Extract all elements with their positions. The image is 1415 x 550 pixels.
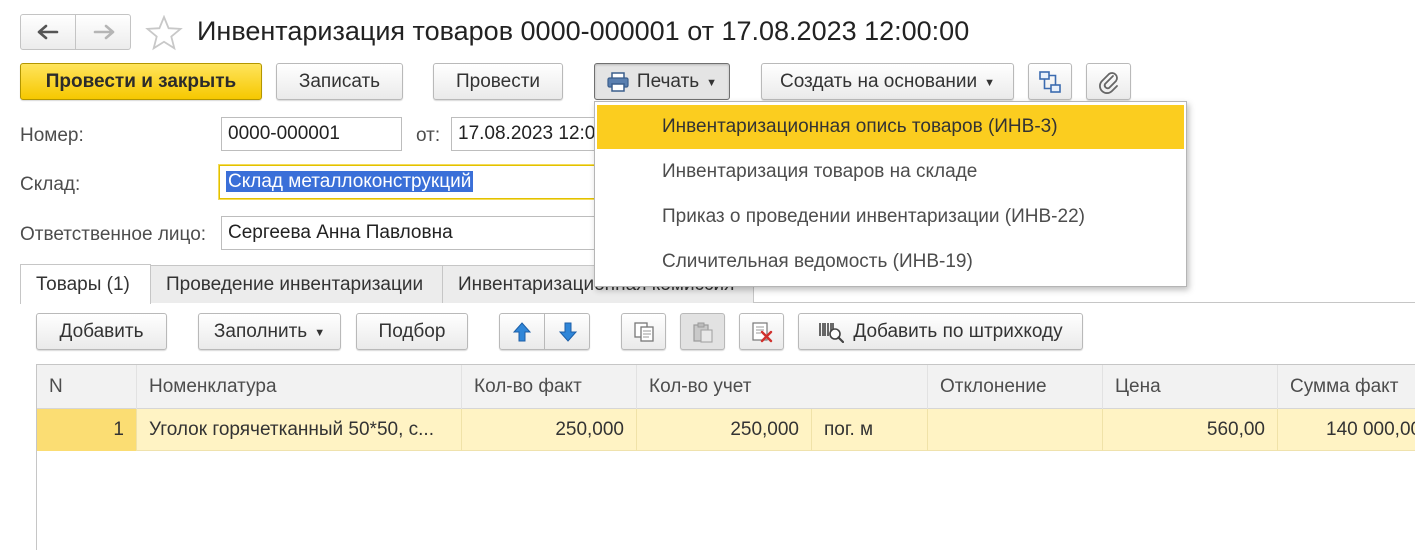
goods-table: N Номенклатура Кол-во факт Кол-во учет О… [36,364,1415,550]
row-item: Уголок горячетканный 50*50, с... [137,409,462,451]
add-by-barcode-button[interactable]: Добавить по штрихкоду [798,313,1083,350]
row-unit: пог. м [812,409,928,451]
menu-item-inv3[interactable]: Инвентаризационная опись товаров (ИНВ-3) [597,105,1184,149]
print-button-label: Печать [636,70,700,92]
table-row[interactable]: 1 Уголок горячетканный 50*50, с... 250,0… [37,409,1415,451]
structure-button[interactable] [1028,63,1072,100]
col-header-qty-accounted[interactable]: Кол-во учет [637,365,928,409]
create-based-on-label: Создать на основании [779,70,978,92]
tab-goods[interactable]: Товары (1) [20,264,151,304]
warehouse-label: Склад: [20,174,81,195]
table-header: N Номенклатура Кол-во факт Кол-во учет О… [37,365,1415,409]
arrow-right-icon [93,24,115,40]
row-price: 560,00 [1103,409,1278,451]
pick-button[interactable]: Подбор [356,313,468,350]
number-field[interactable]: 0000-000001 [221,117,402,151]
tab-conducting-inventory[interactable]: Проведение инвентаризации [150,265,443,303]
menu-item-inv22[interactable]: Приказ о проведении инвентаризации (ИНВ-… [597,195,1184,239]
delete-icon [751,321,772,342]
row-qty-fact: 250,000 [462,409,637,451]
post-and-close-button[interactable]: Провести и закрыть [20,63,262,100]
page-title: Инвентаризация товаров 0000-000001 от 17… [197,16,970,46]
menu-item-inv19[interactable]: Сличительная ведомость (ИНВ-19) [597,240,1184,284]
print-button[interactable]: Печать ▼ [594,63,730,100]
structure-icon [1039,70,1061,93]
arrow-down-icon [559,322,577,342]
chevron-down-icon: ▼ [706,76,718,89]
col-header-qty-fact[interactable]: Кол-во факт [462,365,637,409]
arrow-up-icon [513,321,531,341]
move-up-button[interactable] [500,314,545,349]
favorite-star-icon[interactable] [145,15,183,51]
post-button[interactable]: Провести [433,63,563,100]
row-deviation [928,409,1103,451]
printer-icon [607,71,629,92]
responsible-label: Ответственное лицо: [20,224,207,245]
col-header-n[interactable]: N [37,365,137,409]
create-based-on-button[interactable]: Создать на основании ▼ [761,63,1014,100]
nav-buttons-group [20,14,131,50]
chevron-down-icon: ▼ [984,76,995,89]
back-button[interactable] [21,15,76,49]
col-header-deviation[interactable]: Отклонение [928,365,1103,409]
fill-button[interactable]: Заполнить ▼ [198,313,341,350]
print-dropdown-menu: Инвентаризационная опись товаров (ИНВ-3)… [594,101,1187,287]
col-header-sum-fact[interactable]: Сумма факт [1278,365,1415,409]
add-by-barcode-label: Добавить по штрихкоду [853,320,1063,342]
add-button[interactable]: Добавить [36,313,167,350]
barcode-icon [819,322,845,343]
row-sum-fact: 140 000,00 [1326,419,1415,440]
move-down-button[interactable] [546,314,590,349]
move-buttons-group [499,313,590,350]
write-button[interactable]: Записать [276,63,403,100]
row-number: 1 [37,409,137,451]
delete-button[interactable] [739,313,784,350]
col-header-item[interactable]: Номенклатура [137,365,462,409]
arrow-left-icon [37,24,59,40]
date-label: от: [416,125,441,146]
fill-button-label: Заполнить [213,320,308,342]
number-label: Номер: [20,125,84,146]
paperclip-icon [1098,71,1118,94]
copy-icon [633,321,654,342]
attach-files-button[interactable] [1086,63,1131,100]
warehouse-value: Склад металлоконструкций [226,171,474,192]
paste-button[interactable] [680,313,725,350]
row-qty-accounted: 250,000 [637,409,812,451]
chevron-down-icon: ▼ [314,326,326,339]
col-header-price[interactable]: Цена [1103,365,1278,409]
paste-icon [692,322,713,343]
menu-item-warehouse-inventory[interactable]: Инвентаризация товаров на складе [597,150,1184,194]
forward-button[interactable] [77,15,131,49]
copy-button[interactable] [621,313,666,350]
